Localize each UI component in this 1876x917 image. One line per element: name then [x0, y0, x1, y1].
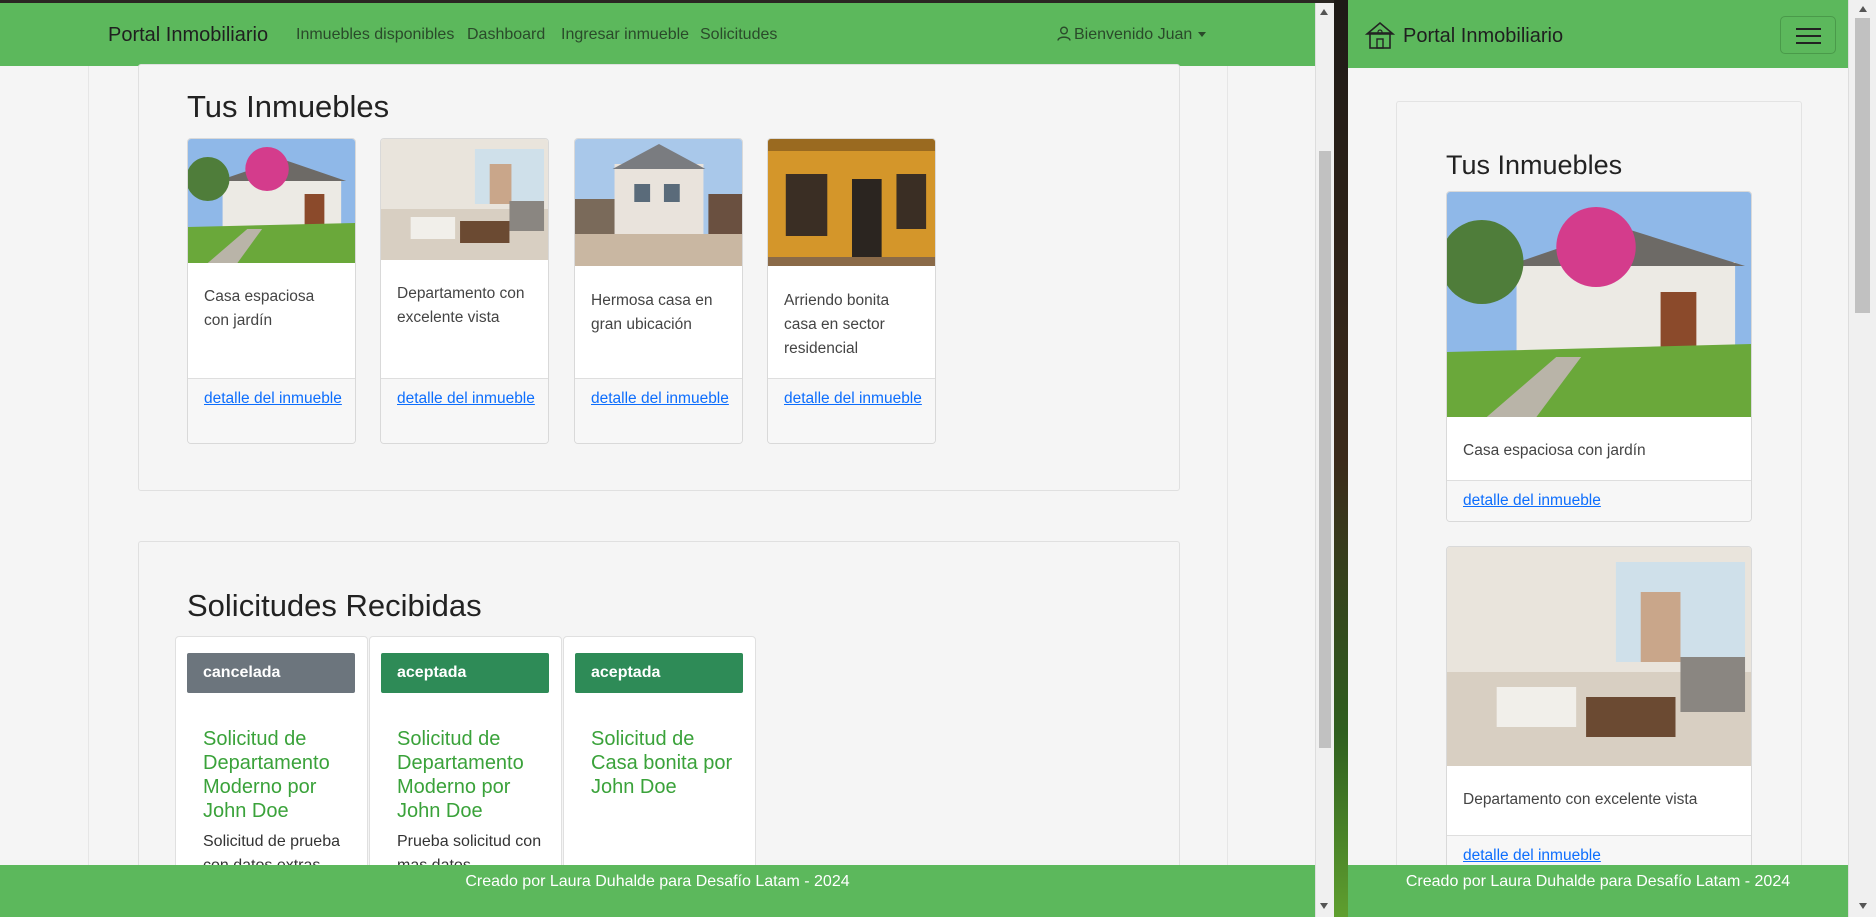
request-title[interactable]: Solicitud de Departamento Moderno por Jo… [397, 727, 551, 823]
properties-panel: Tus Inmuebles Casa espaciosa con jardín … [138, 64, 1180, 491]
page-footer: Creado por Laura Duhalde para Desafío La… [1348, 865, 1848, 917]
scroll-down-arrow-icon[interactable] [1320, 903, 1328, 909]
property-description: Arriendo bonita casa en sector residenci… [784, 292, 890, 357]
house-logo-icon[interactable] [1365, 21, 1395, 50]
nav-link-dashboard[interactable]: Dashboard [467, 26, 545, 44]
properties-title: Tus Inmuebles [1446, 150, 1623, 180]
right-browser-window: Portal Inmobiliario Tus Inmuebles Casa e [1348, 0, 1876, 917]
property-card: Departamento con excelente vista detalle… [1446, 546, 1752, 877]
navbar-brand[interactable]: Portal Inmobiliario [1403, 25, 1563, 48]
caret-down-icon [1198, 32, 1207, 38]
user-icon [1057, 26, 1071, 41]
page-footer: Creado por Laura Duhalde para Desafío La… [0, 865, 1315, 917]
card-footer: detalle del inmueble [381, 378, 548, 443]
property-detail-link[interactable]: detalle del inmueble [1463, 489, 1601, 513]
property-photo-house-garden [1447, 192, 1751, 417]
navbar-brand[interactable]: Portal Inmobiliario [108, 24, 268, 47]
properties-title: Tus Inmuebles [187, 89, 390, 124]
property-description: Departamento con excelente vista [397, 285, 525, 326]
property-photo-house-garden [188, 139, 355, 263]
property-card: Casa espaciosa con jardín detalle del in… [187, 138, 356, 444]
property-detail-link[interactable]: detalle del inmueble [591, 387, 729, 411]
property-description: Departamento con excelente vista [1463, 791, 1698, 808]
property-card: Departamento con excelente vista detalle… [380, 138, 549, 444]
property-photo-apartment-living-room [1447, 547, 1751, 766]
property-description: Casa espaciosa con jardín [1463, 442, 1646, 459]
property-detail-link[interactable]: detalle del inmueble [397, 387, 535, 411]
card-footer: detalle del inmueble [188, 378, 355, 443]
desktop-background [1334, 0, 1348, 917]
property-detail-link[interactable]: detalle del inmueble [784, 387, 922, 411]
property-photo-house-front [575, 139, 742, 266]
nav-link-inmuebles-disponibles[interactable]: Inmuebles disponibles [296, 26, 454, 44]
scroll-up-arrow-icon[interactable] [1859, 6, 1867, 12]
scroll-down-arrow-icon[interactable] [1859, 903, 1867, 909]
card-footer: detalle del inmueble [1447, 480, 1751, 521]
property-description: Hermosa casa en gran ubicación [591, 292, 713, 333]
nav-link-ingresar-inmueble[interactable]: Ingresar inmueble [561, 26, 689, 44]
property-photo-yellow-house [768, 139, 935, 266]
scrollbar-thumb[interactable] [1319, 151, 1331, 748]
requests-panel: Solicitudes Recibidas cancelada Solicitu… [138, 541, 1180, 917]
status-badge: aceptada [575, 653, 743, 693]
request-title[interactable]: Solicitud de Departamento Moderno por Jo… [203, 727, 357, 823]
top-navbar: Portal Inmobiliario [1348, 0, 1848, 68]
main-content: Tus Inmuebles Casa espaciosa con jardín … [1396, 101, 1802, 901]
status-badge: cancelada [187, 653, 355, 693]
user-dropdown[interactable]: Bienvenido Juan [1057, 26, 1207, 44]
left-browser-window: Portal Inmobiliario Inmuebles disponible… [0, 3, 1334, 917]
main-content: Tus Inmuebles Casa espaciosa con jardín … [88, 64, 1228, 917]
request-card: aceptada Solicitud de Departamento Moder… [369, 636, 562, 896]
vertical-scrollbar[interactable] [1315, 3, 1334, 917]
requests-title: Solicitudes Recibidas [187, 588, 482, 623]
card-footer: detalle del inmueble [575, 378, 742, 443]
top-navbar: Portal Inmobiliario Inmuebles disponible… [0, 3, 1315, 66]
request-card: cancelada Solicitud de Departamento Mode… [175, 636, 368, 896]
property-card: Hermosa casa en gran ubicación detalle d… [574, 138, 743, 444]
card-footer: detalle del inmueble [768, 378, 935, 443]
status-badge: aceptada [381, 653, 549, 693]
navbar-toggler[interactable] [1780, 16, 1836, 54]
property-detail-link[interactable]: detalle del inmueble [204, 387, 342, 411]
property-card: Casa espaciosa con jardín detalle del in… [1446, 191, 1752, 522]
property-photo-apartment-living-room [381, 139, 548, 260]
nav-link-solicitudes[interactable]: Solicitudes [700, 26, 777, 44]
property-card: Arriendo bonita casa en sector residenci… [767, 138, 936, 444]
property-description: Casa espaciosa con jardín [204, 288, 315, 329]
scrollbar-thumb[interactable] [1855, 18, 1870, 313]
scroll-up-arrow-icon[interactable] [1320, 9, 1328, 15]
request-title[interactable]: Solicitud de Casa bonita por John Doe [591, 727, 745, 799]
request-card: aceptada Solicitud de Casa bonita por Jo… [563, 636, 756, 896]
vertical-scrollbar[interactable] [1848, 0, 1876, 917]
user-greeting: Bienvenido Juan [1074, 26, 1193, 43]
